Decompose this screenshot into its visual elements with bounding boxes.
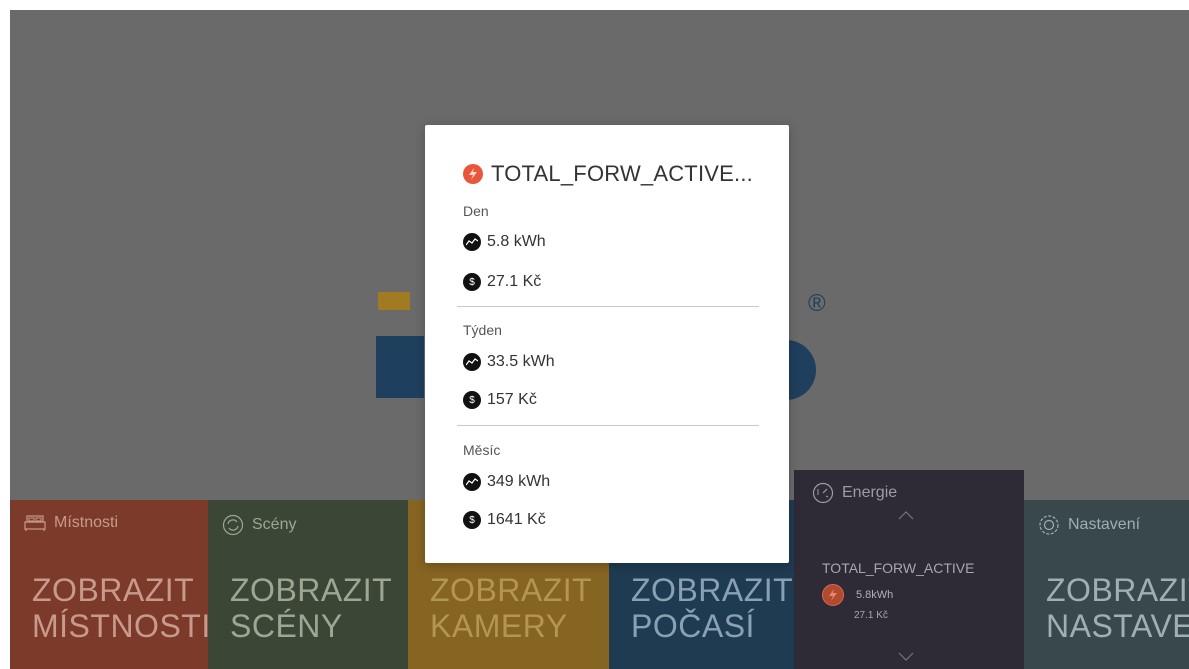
dialog-title-text: TOTAL_FORW_ACTIVE... [491, 161, 753, 186]
action-line: NASTAVENÍ [1046, 608, 1189, 644]
week-energy-row: 33.5 kWh [463, 353, 555, 371]
action-line: POČASÍ [631, 608, 755, 644]
refresh-icon [222, 514, 244, 536]
energy-detail-dialog[interactable]: TOTAL_FORW_ACTIVE... Den 5.8 kWh $ 27.1 … [425, 125, 789, 563]
action-line: ZOBRAZIT [230, 572, 393, 608]
lightning-icon [822, 584, 844, 606]
registered-mark: ® [808, 290, 826, 317]
dollar-coin-icon: $ [463, 391, 481, 409]
rooms-tile-action[interactable]: ZOBRAZIT MÍSTNOSTI [32, 572, 208, 644]
section-label-month: Měsíc [463, 442, 501, 458]
energy-meter-value: 5.8kWh [856, 589, 894, 601]
day-cost-row: $ 27.1 Kč [463, 273, 541, 291]
weather-tile-action[interactable]: ZOBRAZIT POČASÍ [631, 572, 793, 644]
logo-fragment [376, 336, 424, 398]
action-line: ZOBRAZIT [1046, 572, 1189, 608]
settings-tile[interactable]: Nastavení ZOBRAZIT NASTAVENÍ [1024, 500, 1189, 669]
energy-meter-row: 5.8kWh [822, 584, 893, 606]
gauge-icon [812, 482, 834, 504]
dollar-coin-icon: $ [463, 273, 481, 291]
action-line: MÍSTNOSTI [32, 608, 208, 644]
logo-fragment [378, 292, 410, 310]
month-energy-row: 349 kWh [463, 473, 550, 491]
section-divider [457, 306, 759, 307]
dollar-coin-icon: $ [463, 511, 481, 529]
dialog-title: TOTAL_FORW_ACTIVE... [463, 161, 753, 187]
chart-line-icon [463, 233, 481, 251]
section-label-day: Den [463, 203, 489, 219]
day-energy-value: 5.8 kWh [487, 233, 546, 250]
month-energy-value: 349 kWh [487, 473, 551, 490]
rooms-tile-label: Místnosti [54, 514, 119, 531]
action-line: ZOBRAZIT [32, 572, 195, 608]
chart-line-icon [463, 353, 481, 371]
action-line: KAMERY [430, 608, 568, 644]
section-divider [457, 425, 759, 426]
action-line: ZOBRAZIT [430, 572, 593, 608]
settings-tile-label: Nastavení [1068, 516, 1141, 533]
week-energy-value: 33.5 kWh [487, 353, 555, 370]
action-line: SCÉNY [230, 608, 343, 644]
energy-meter-price: 27.1 Kč [854, 610, 888, 621]
month-cost-value: 1641 Kč [487, 511, 546, 528]
day-energy-row: 5.8 kWh [463, 233, 546, 251]
day-cost-value: 27.1 Kč [487, 273, 542, 290]
scenes-tile-action[interactable]: ZOBRAZIT SCÉNY [230, 572, 392, 644]
section-label-week: Týden [463, 322, 502, 338]
energy-tile[interactable]: Energie TOTAL_FORW_ACTIVE 5.8kWh 27.1 Kč [794, 470, 1024, 669]
scenes-tile[interactable]: Scény ZOBRAZIT SCÉNY [208, 500, 408, 669]
month-cost-row: $ 1641 Kč [463, 511, 546, 529]
rooms-tile[interactable]: Místnosti ZOBRAZIT MÍSTNOSTI [10, 500, 208, 669]
week-cost-row: $ 157 Kč [463, 391, 537, 409]
settings-tile-action[interactable]: ZOBRAZIT NASTAVENÍ [1046, 572, 1189, 644]
lightning-icon [463, 164, 483, 184]
chevron-up-icon[interactable] [898, 510, 914, 520]
gear-icon [1039, 515, 1059, 535]
action-line: ZOBRAZIT [631, 572, 794, 608]
cameras-tile-action[interactable]: ZOBRAZIT KAMERY [430, 572, 592, 644]
chart-line-icon [463, 473, 481, 491]
week-cost-value: 157 Kč [487, 391, 537, 408]
bed-icon [24, 515, 46, 531]
energy-meter-name: TOTAL_FORW_ACTIVE [822, 560, 975, 576]
energy-tile-label: Energie [842, 484, 898, 501]
scenes-tile-label: Scény [252, 516, 297, 533]
chevron-down-icon[interactable] [898, 652, 914, 662]
